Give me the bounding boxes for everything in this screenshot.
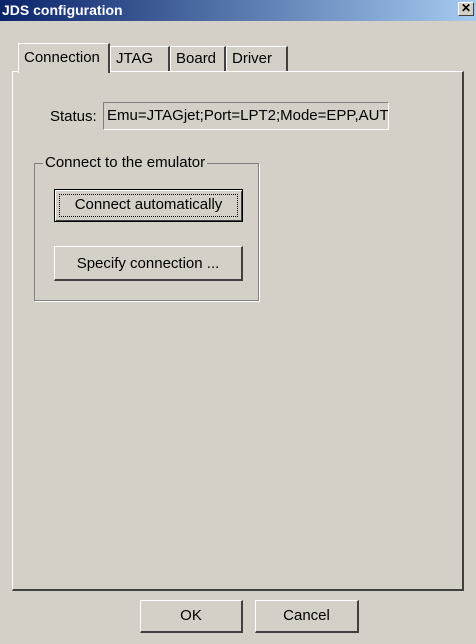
tab-panel [12,71,464,591]
title-bar: JDS configuration ✕ [0,0,476,21]
tab-label: Driver [232,50,272,67]
window-title: JDS configuration [2,2,123,18]
tab-board[interactable]: Board [170,46,226,72]
specify-connection-button[interactable]: Specify connection ... [54,246,243,281]
focus-ring [59,194,238,217]
tab-label: Board [176,50,217,67]
button-label: OK [180,607,202,624]
button-label: Specify connection ... [76,255,220,272]
cancel-button[interactable]: Cancel [255,600,359,633]
tab-label: Connection [24,49,100,66]
ok-button[interactable]: OK [140,600,243,633]
tab-label: JTAG [116,50,154,67]
group-title: Connect to the emulator [43,154,208,171]
tab-connection[interactable]: Connection [18,43,110,73]
status-label: Status: [50,108,97,125]
tab-driver[interactable]: Driver [226,46,288,72]
tab-jtag[interactable]: JTAG [110,46,170,72]
connect-automatically-button[interactable]: Connect automatically [54,189,243,222]
status-field[interactable]: Emu=JTAGjet;Port=LPT2;Mode=EPP,AUTO [103,102,389,130]
close-button[interactable]: ✕ [458,2,474,16]
close-icon: ✕ [460,1,472,15]
button-label: Cancel [283,607,330,624]
